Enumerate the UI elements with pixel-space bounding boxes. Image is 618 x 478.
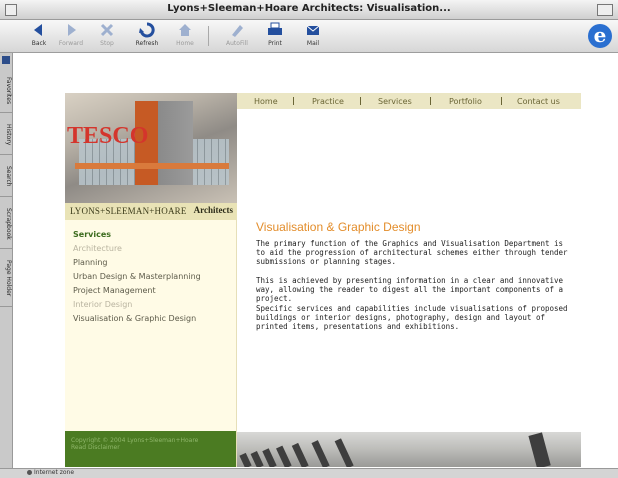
copyright-text: Copyright © 2004 Lyons+Sleeman+Hoare xyxy=(71,437,199,444)
refresh-label: Refresh xyxy=(135,40,159,47)
photo-post xyxy=(291,442,309,467)
photo-post xyxy=(311,440,330,467)
nav-contact[interactable]: Contact us xyxy=(517,97,560,106)
footer-photo xyxy=(237,432,581,467)
nav-home[interactable]: Home xyxy=(254,97,278,106)
stop-button[interactable]: Stop xyxy=(90,22,124,51)
nav-portfolio[interactable]: Portfolio xyxy=(449,97,482,106)
left-column: TESCO LYONS+SLEEMAN+HOARE Architects Ser… xyxy=(65,93,237,467)
stop-label: Stop xyxy=(100,40,114,47)
photo-post xyxy=(334,438,354,467)
top-navigation: Home Practice Services Portfolio Contact… xyxy=(237,93,581,109)
brand-name: LYONS+SLEEMAN+HOARE xyxy=(70,206,187,216)
photo-post xyxy=(239,452,252,467)
page-title: Visualisation & Graphic Design xyxy=(256,220,421,234)
explorer-bar: Favorites History Search Scrapbook Page … xyxy=(0,53,13,468)
home-button[interactable]: Home xyxy=(168,22,202,51)
menu-item-visualisation[interactable]: Visualisation & Graphic Design xyxy=(73,312,201,326)
nav-services[interactable]: Services xyxy=(378,97,412,106)
explorer-toggle-icon[interactable] xyxy=(2,56,10,64)
nav-separator xyxy=(430,97,431,105)
nav-separator xyxy=(360,97,361,105)
menu-item-urban-design[interactable]: Urban Design & Masterplanning xyxy=(73,270,201,284)
nav-separator xyxy=(501,97,502,105)
tab-history[interactable]: History xyxy=(0,115,12,155)
tab-favorites[interactable]: Favorites xyxy=(0,69,12,113)
nav-separator xyxy=(293,97,294,105)
autofill-icon xyxy=(232,25,243,37)
disclaimer-link[interactable]: Read Disclaimer xyxy=(71,444,198,451)
status-text: Internet zone xyxy=(34,469,75,476)
forward-label: Forward xyxy=(58,40,84,47)
refresh-icon xyxy=(139,22,155,38)
home-icon xyxy=(179,24,191,36)
toolbar-separator xyxy=(208,26,209,46)
tab-search[interactable]: Search xyxy=(0,157,12,197)
print-label: Print xyxy=(268,40,282,47)
print-button[interactable]: Print xyxy=(258,22,292,51)
photo-post xyxy=(250,451,264,467)
autofill-label: AutoFill xyxy=(226,40,248,47)
forward-arrow-icon xyxy=(68,24,76,36)
paragraph-intro: The primary function of the Graphics and… xyxy=(256,239,568,266)
zoom-box-icon[interactable] xyxy=(597,4,613,16)
menu-item-interior-design[interactable]: Interior Design xyxy=(73,298,201,312)
home-label: Home xyxy=(176,40,194,47)
menu-item-planning[interactable]: Planning xyxy=(73,256,201,270)
browser-content: TESCO LYONS+SLEEMAN+HOARE Architects Ser… xyxy=(13,53,618,468)
tab-page-holder[interactable]: Page Holder xyxy=(0,251,12,307)
photo-post xyxy=(276,445,292,467)
stop-icon xyxy=(100,23,114,37)
main-column: Home Practice Services Portfolio Contact… xyxy=(237,93,581,467)
window-title-bar[interactable]: Lyons+Sleeman+Hoare Architects: Visualis… xyxy=(0,0,618,20)
mail-button[interactable]: Mail xyxy=(296,22,330,51)
forward-button[interactable]: Forward xyxy=(54,22,88,51)
autofill-button[interactable]: AutoFill xyxy=(220,22,254,51)
photo-post xyxy=(528,432,551,467)
ie-logo-icon[interactable]: e xyxy=(588,24,612,48)
hero-sign: TESCO xyxy=(67,123,149,149)
hero-image: TESCO xyxy=(65,93,237,203)
site-container: TESCO LYONS+SLEEMAN+HOARE Architects Ser… xyxy=(65,93,581,467)
refresh-button[interactable]: Refresh xyxy=(130,22,164,51)
hero-band xyxy=(75,163,229,169)
paragraph-approach: This is achieved by presenting informati… xyxy=(256,276,564,303)
print-icon xyxy=(268,22,282,35)
copyright-footer: Copyright © 2004 Lyons+Sleeman+Hoare Rea… xyxy=(65,431,236,467)
internet-zone-icon xyxy=(27,470,32,475)
back-button[interactable]: Back xyxy=(22,22,56,51)
back-label: Back xyxy=(31,40,47,47)
side-menu: Services Architecture Planning Urban Des… xyxy=(73,228,201,326)
paragraph-capabilities: Specific services and capabilities inclu… xyxy=(256,304,568,331)
nav-practice[interactable]: Practice xyxy=(312,97,344,106)
mail-icon xyxy=(306,25,320,35)
tab-scrapbook[interactable]: Scrapbook xyxy=(0,199,12,249)
menu-item-services[interactable]: Services xyxy=(73,228,201,242)
browser-toolbar: Back Forward Stop Refresh Home AutoFill … xyxy=(0,20,618,53)
mail-label: Mail xyxy=(306,40,320,47)
back-arrow-icon xyxy=(34,24,42,36)
photo-post xyxy=(262,448,277,467)
menu-item-architecture[interactable]: Architecture xyxy=(73,242,201,256)
brand-suffix: Architects xyxy=(193,205,233,215)
brand-logo[interactable]: LYONS+SLEEMAN+HOARE Architects xyxy=(65,203,237,220)
window-title: Lyons+Sleeman+Hoare Architects: Visualis… xyxy=(167,3,451,14)
menu-item-project-management[interactable]: Project Management xyxy=(73,284,201,298)
